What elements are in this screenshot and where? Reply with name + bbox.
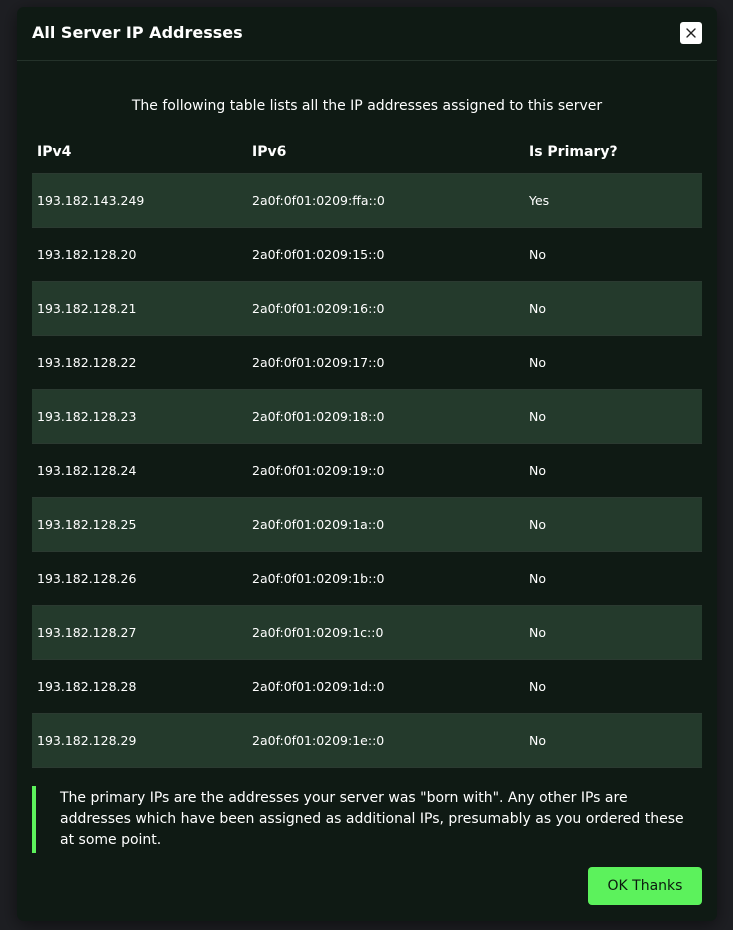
column-header-ipv6: IPv6 — [247, 130, 524, 174]
primary-ip-note: The primary IPs are the addresses your s… — [32, 786, 702, 853]
ipv6-cell: 2a0f:0f01:0209:ffa::0 — [247, 173, 524, 228]
ipv4-cell: 193.182.128.23 — [32, 389, 247, 444]
table-row: 193.182.128.24 2a0f:0f01:0209:19::0 No — [32, 443, 702, 498]
ip-addresses-modal: All Server IP Addresses The following ta… — [17, 7, 717, 921]
ipv4-cell: 193.182.128.24 — [32, 443, 247, 498]
close-button[interactable] — [680, 22, 702, 44]
ipv6-cell: 2a0f:0f01:0209:1d::0 — [247, 659, 524, 714]
primary-cell: No — [524, 281, 702, 336]
modal-title: All Server IP Addresses — [32, 23, 243, 42]
ipv6-cell: 2a0f:0f01:0209:15::0 — [247, 227, 524, 282]
table-row: 193.182.128.22 2a0f:0f01:0209:17::0 No — [32, 335, 702, 390]
ipv4-cell: 193.182.143.249 — [32, 173, 247, 228]
ipv4-cell: 193.182.128.22 — [32, 335, 247, 390]
primary-cell: No — [524, 497, 702, 552]
primary-cell: No — [524, 389, 702, 444]
primary-cell: No — [524, 443, 702, 498]
primary-cell: No — [524, 551, 702, 606]
ipv4-cell: 193.182.128.27 — [32, 605, 247, 660]
ipv4-cell: 193.182.128.25 — [32, 497, 247, 552]
table-row: 193.182.128.27 2a0f:0f01:0209:1c::0 No — [32, 605, 702, 660]
column-header-primary: Is Primary? — [524, 130, 702, 174]
ipv6-cell: 2a0f:0f01:0209:1e::0 — [247, 713, 524, 768]
ok-thanks-button[interactable]: OK Thanks — [588, 867, 702, 905]
intro-text: The following table lists all the IP add… — [131, 98, 603, 114]
ip-table: IPv4 IPv6 Is Primary? 193.182.143.249 2a… — [32, 130, 702, 768]
ipv6-cell: 2a0f:0f01:0209:17::0 — [247, 335, 524, 390]
primary-cell: No — [524, 659, 702, 714]
ipv4-cell: 193.182.128.28 — [32, 659, 247, 714]
ipv6-cell: 2a0f:0f01:0209:1a::0 — [247, 497, 524, 552]
table-row: 193.182.128.21 2a0f:0f01:0209:16::0 No — [32, 281, 702, 336]
table-header-row: IPv4 IPv6 Is Primary? — [32, 130, 702, 174]
table-row: 193.182.128.23 2a0f:0f01:0209:18::0 No — [32, 389, 702, 444]
primary-cell: No — [524, 227, 702, 282]
ipv6-cell: 2a0f:0f01:0209:19::0 — [247, 443, 524, 498]
primary-cell: Yes — [524, 173, 702, 228]
primary-cell: No — [524, 605, 702, 660]
column-header-ipv4: IPv4 — [32, 130, 247, 174]
ipv4-cell: 193.182.128.29 — [32, 713, 247, 768]
ipv6-cell: 2a0f:0f01:0209:1c::0 — [247, 605, 524, 660]
ipv6-cell: 2a0f:0f01:0209:16::0 — [247, 281, 524, 336]
primary-cell: No — [524, 335, 702, 390]
close-icon — [686, 28, 696, 38]
ipv6-cell: 2a0f:0f01:0209:18::0 — [247, 389, 524, 444]
primary-cell: No — [524, 713, 702, 768]
table-row: 193.182.128.28 2a0f:0f01:0209:1d::0 No — [32, 659, 702, 714]
table-row: 193.182.128.20 2a0f:0f01:0209:15::0 No — [32, 227, 702, 282]
ipv4-cell: 193.182.128.26 — [32, 551, 247, 606]
modal-header: All Server IP Addresses — [17, 7, 717, 61]
table-row: 193.182.128.26 2a0f:0f01:0209:1b::0 No — [32, 551, 702, 606]
table-row: 193.182.128.25 2a0f:0f01:0209:1a::0 No — [32, 497, 702, 552]
table-row: 193.182.128.29 2a0f:0f01:0209:1e::0 No — [32, 713, 702, 768]
ipv4-cell: 193.182.128.20 — [32, 227, 247, 282]
ipv4-cell: 193.182.128.21 — [32, 281, 247, 336]
ipv6-cell: 2a0f:0f01:0209:1b::0 — [247, 551, 524, 606]
table-row: 193.182.143.249 2a0f:0f01:0209:ffa::0 Ye… — [32, 173, 702, 228]
